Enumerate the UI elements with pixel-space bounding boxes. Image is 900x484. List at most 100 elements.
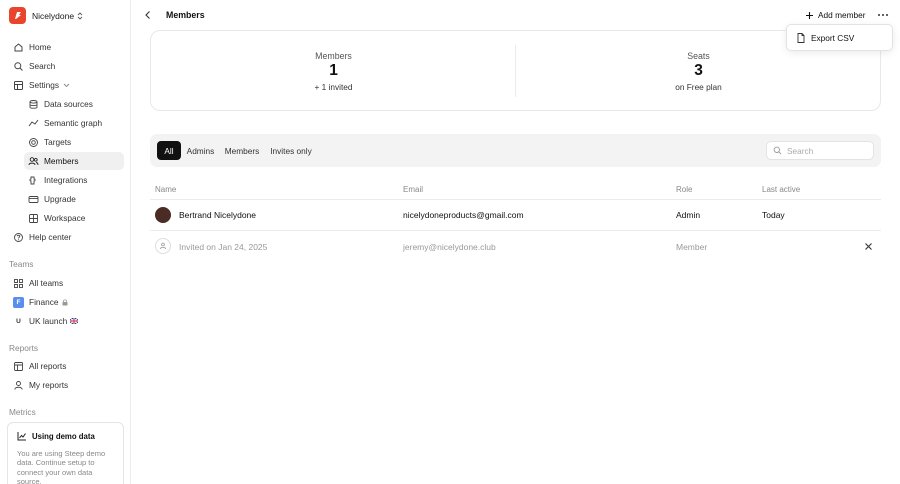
demo-data-title: Using demo data	[17, 431, 114, 441]
demo-data-card: Using demo data You are using Steep demo…	[7, 422, 124, 484]
sidebar-item-data-sources[interactable]: Data sources	[24, 95, 124, 113]
export-csv-label: Export CSV	[811, 33, 855, 43]
invite-avatar	[155, 238, 171, 254]
reports-heading: Reports	[9, 343, 39, 353]
sidebar-item-label: All reports	[29, 361, 67, 371]
card-icon	[28, 194, 39, 205]
search-box	[766, 141, 874, 160]
add-member-button[interactable]: Add member	[805, 8, 866, 22]
sidebar-item-help-center[interactable]: Help center	[8, 228, 124, 246]
sidebar-item-label: UK launch	[29, 316, 68, 326]
sidebar-item-workspace[interactable]: Workspace	[24, 209, 124, 227]
tab-all[interactable]: All	[157, 141, 181, 160]
search-icon	[773, 146, 782, 155]
sidebar-item-label: Home	[29, 42, 52, 52]
invite-role: Member	[676, 242, 708, 252]
sidebar-item-all-teams[interactable]: All teams	[8, 274, 124, 292]
members-icon	[28, 156, 39, 167]
sidebar-item-targets[interactable]: Targets	[24, 133, 124, 151]
tab-admins[interactable]: Admins	[184, 141, 217, 160]
sidebar-item-label: Data sources	[44, 99, 93, 109]
more-options-button[interactable]	[877, 10, 889, 20]
back-arrow-icon[interactable]	[143, 10, 153, 20]
sidebar-item-label: My reports	[29, 380, 69, 390]
column-header-name: Name	[155, 185, 177, 194]
sidebar-item-settings[interactable]: Settings	[8, 76, 124, 94]
column-header-last-active: Last active	[762, 185, 801, 194]
sidebar-item-label: Settings	[29, 80, 59, 90]
members-stat: Members 1 + 1 invited	[151, 31, 516, 110]
tab-invites-only[interactable]: Invites only	[266, 141, 316, 160]
team-badge: U	[16, 317, 21, 325]
chevron-updown-icon	[77, 11, 83, 20]
seats-stat-value: 3	[694, 62, 703, 79]
layout-icon	[13, 361, 24, 372]
sidebar: Nicelydone Home Search Settings Data sou…	[0, 0, 131, 484]
sidebar-item-label: Members	[44, 156, 79, 166]
avatar	[155, 207, 171, 223]
sidebar-item-label: All teams	[29, 278, 64, 288]
export-csv-menu-item[interactable]: Export CSV	[797, 33, 854, 43]
user-icon	[159, 242, 167, 250]
column-header-email: Email	[403, 185, 424, 194]
members-stat-sub: + 1 invited	[314, 82, 353, 92]
table-divider	[150, 199, 881, 200]
sidebar-item-label: Workspace	[44, 213, 86, 223]
metrics-heading: Metrics	[9, 407, 36, 417]
sidebar-item-members[interactable]: Members	[24, 152, 124, 170]
workspace-switcher[interactable]: Nicelydone	[9, 7, 83, 24]
sidebar-item-home[interactable]: Home	[8, 38, 124, 56]
database-icon	[28, 99, 39, 110]
demo-title-text: Using demo data	[32, 431, 95, 441]
member-name: Bertrand Nicelydone	[179, 210, 257, 220]
more-horizontal-icon	[878, 14, 888, 16]
member-email: nicelydoneproducts@gmail.com	[403, 210, 524, 220]
stats-card: Members 1 + 1 invited Seats 3 on Free pl…	[150, 30, 881, 111]
chart-line-icon	[17, 431, 27, 441]
search-input[interactable]	[787, 145, 867, 156]
sidebar-item-label: Integrations	[44, 175, 88, 185]
plus-icon	[805, 11, 814, 20]
sidebar-item-integrations[interactable]: Integrations	[24, 171, 124, 189]
sidebar-item-semantic-graph[interactable]: Semantic graph	[24, 114, 124, 132]
uk-flag-icon	[70, 318, 79, 324]
members-stat-value: 1	[329, 62, 338, 79]
page-title: Members	[166, 10, 205, 20]
lock-icon	[62, 298, 68, 306]
main-content: Members Add member Members 1 + 1 invited…	[131, 0, 900, 484]
sidebar-item-search[interactable]: Search	[8, 57, 124, 75]
graph-icon	[28, 118, 39, 129]
invite-email: jeremy@nicelydone.club	[403, 242, 496, 252]
seats-stat-sub: on Free plan	[675, 82, 722, 92]
sidebar-item-label: Semantic graph	[44, 118, 103, 128]
sidebar-item-uk-launch[interactable]: U UK launch	[8, 312, 124, 330]
sidebar-item-all-reports[interactable]: All reports	[8, 357, 124, 375]
workspace-name: Nicelydone	[32, 10, 75, 21]
home-icon	[13, 42, 24, 53]
settings-icon	[13, 80, 24, 91]
target-icon	[28, 137, 39, 148]
filter-bar: All Admins Members Invites only	[150, 134, 881, 167]
sidebar-item-finance[interactable]: F Finance	[8, 293, 124, 311]
integrations-icon	[28, 175, 39, 186]
search-icon	[13, 61, 24, 72]
grid-icon	[13, 278, 24, 289]
teams-heading: Teams	[9, 259, 34, 269]
invite-date: Invited on Jan 24, 2025	[179, 242, 268, 252]
member-role[interactable]: Admin	[676, 210, 700, 220]
chevron-down-icon	[63, 83, 70, 88]
workspace-icon	[28, 213, 39, 224]
seats-stat-label: Seats	[687, 51, 710, 61]
revoke-invite-button[interactable]	[864, 242, 873, 251]
sidebar-item-label: Finance	[29, 297, 59, 307]
member-last-active: Today	[762, 210, 785, 220]
team-badge: F	[13, 296, 24, 308]
sidebar-item-upgrade[interactable]: Upgrade	[24, 190, 124, 208]
demo-data-text: You are using Steep demo data. Continue …	[17, 449, 106, 484]
user-icon	[13, 380, 24, 391]
sidebar-item-label: Targets	[44, 137, 72, 147]
sidebar-item-my-reports[interactable]: My reports	[8, 376, 124, 394]
tab-members[interactable]: Members	[222, 141, 262, 160]
column-header-role: Role	[676, 185, 693, 194]
add-member-label: Add member	[818, 10, 866, 20]
